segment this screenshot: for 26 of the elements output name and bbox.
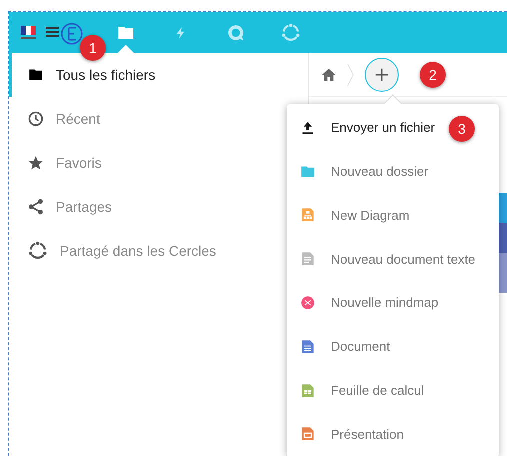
presentation-icon xyxy=(301,425,315,444)
step-badge: 2 xyxy=(420,62,446,88)
menu-item[interactable]: Feuille de calcul xyxy=(287,368,432,413)
circles-icon xyxy=(281,22,301,42)
plus-icon xyxy=(375,68,389,82)
star-icon xyxy=(28,155,44,171)
spreadsheet-icon xyxy=(301,382,315,400)
step-badge: 3 xyxy=(449,116,475,142)
circles-icon xyxy=(28,241,48,261)
mindmap-icon xyxy=(301,295,315,312)
home-icon[interactable] xyxy=(321,66,337,82)
diagram-file-icon xyxy=(301,206,315,224)
menu-item[interactable]: Nouvelle mindmap xyxy=(287,281,447,325)
clock-icon xyxy=(28,111,44,127)
folder-icon xyxy=(301,164,315,179)
menu-item[interactable]: Document xyxy=(287,324,398,369)
text-file-icon xyxy=(301,250,315,268)
breadcrumb-chevron-icon xyxy=(347,62,355,88)
step-badge: 1 xyxy=(80,35,106,61)
add-button[interactable] xyxy=(365,58,399,92)
upload-icon xyxy=(301,120,315,135)
folder-icon xyxy=(28,68,44,82)
share-icon xyxy=(28,199,44,215)
menu-item[interactable]: Présentation xyxy=(287,412,412,456)
document-icon xyxy=(301,338,315,356)
chat-icon xyxy=(226,22,246,42)
